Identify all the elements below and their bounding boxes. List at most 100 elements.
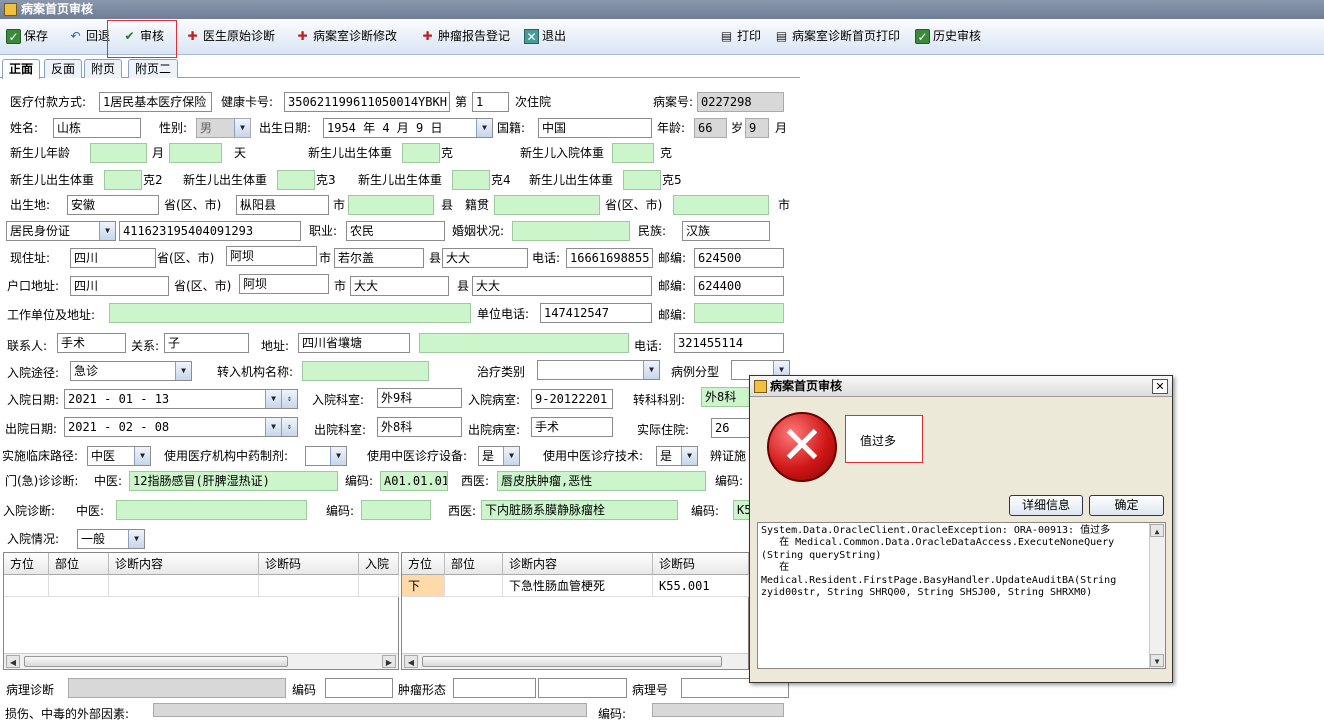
newborn-weight2-field[interactable] [104, 170, 142, 190]
scroll-up-icon[interactable]: ▲ [1150, 524, 1164, 537]
newborn-admit-weight-field[interactable] [612, 143, 654, 163]
right-cell-code[interactable]: K55.001 [653, 575, 749, 597]
tumor-report-button[interactable]: ✚ 肿瘤报告登记 [418, 25, 510, 47]
discharge-dept-field[interactable]: 外8科 [377, 417, 462, 437]
name-field[interactable]: 山栋 [53, 118, 141, 138]
age-field[interactable]: 66 [694, 118, 727, 138]
detail-scrollbar[interactable]: ▲ ▼ [1149, 523, 1165, 668]
details-button[interactable]: 详细信息 [1009, 495, 1083, 516]
id-number-field[interactable]: 411623195404091293 [119, 221, 301, 241]
er-wm-field[interactable]: 唇皮肤肿瘤,恶性 [497, 471, 706, 491]
er-code-field[interactable]: A01.01.01 [380, 471, 448, 491]
id-type-select[interactable]: 居民身份证 ▼ [6, 221, 116, 241]
clinical-path-select[interactable]: 中医 ▼ [87, 446, 151, 466]
tumor-morph-field[interactable] [453, 678, 536, 698]
relation-field[interactable]: 子 [164, 333, 249, 353]
room-print-button[interactable]: ▤ 病案室诊断首页打印 [772, 25, 900, 47]
right-cell-content[interactable]: 下急性肠血管梗死 [503, 575, 653, 597]
scroll-left-icon[interactable]: ◀ [6, 655, 20, 668]
transfer-field[interactable] [302, 361, 429, 381]
right-col-content[interactable]: 诊断内容 [503, 553, 653, 575]
admit-code-field[interactable] [361, 500, 431, 520]
nth-admission-field[interactable]: 1 [472, 92, 509, 112]
discharge-date-picker[interactable]: 2021 - 02 - 08 ▼ ⇕ [64, 417, 298, 437]
external-code-field[interactable] [652, 703, 784, 717]
left-col-code[interactable]: 诊断码 [259, 553, 359, 575]
address-county-field[interactable]: 若尔盖 [334, 248, 424, 268]
hukou-province-field[interactable]: 四川 [70, 276, 169, 296]
admit-dept-field[interactable]: 外9科 [377, 388, 462, 408]
left-cell[interactable] [109, 575, 259, 597]
birthplace-county-field[interactable]: 枞阳县 [236, 195, 329, 215]
zip-field[interactable]: 624500 [694, 248, 784, 268]
address-province-field[interactable]: 四川 [70, 248, 156, 268]
pathology-field[interactable] [68, 678, 286, 698]
address-city-field[interactable]: 阿坝 [226, 246, 317, 266]
right-cell-position[interactable]: 下 [402, 575, 445, 597]
birthplace-city-field[interactable] [348, 195, 434, 215]
save-button[interactable]: ✓ 保存 [4, 25, 48, 47]
newborn-weight4-field[interactable] [452, 170, 490, 190]
hukou-detail-field[interactable]: 大大 [472, 276, 652, 296]
back-button[interactable]: ↶ 回退 [66, 25, 110, 47]
herb-select[interactable]: ▼ [305, 446, 347, 466]
er-tcm-field[interactable]: 12指肠感冒(肝脾湿热证) [129, 471, 338, 491]
tumor-morph-code-field[interactable] [538, 678, 627, 698]
left-col-content[interactable]: 诊断内容 [109, 553, 259, 575]
exit-button[interactable]: ✕ 退出 [522, 25, 566, 47]
work-address-field[interactable] [109, 303, 471, 323]
pay-method-field[interactable]: 1居民基本医疗保险 [99, 92, 212, 112]
marriage-field[interactable] [512, 221, 630, 241]
birthplace-province-field[interactable]: 安徽 [67, 195, 159, 215]
technique-select[interactable]: 是 ▼ [656, 446, 698, 466]
ok-button[interactable]: 确定 [1089, 495, 1164, 516]
native-city-field[interactable] [673, 195, 769, 215]
discharge-room-field[interactable]: 手术 [531, 417, 613, 437]
admit-date-picker[interactable]: 2021 - 01 - 13 ▼ ⇕ [64, 389, 298, 409]
history-audit-button[interactable]: ✓ 历史审核 [913, 25, 981, 47]
right-cell-part[interactable] [445, 575, 503, 597]
treat-type-select[interactable]: ▼ [537, 360, 660, 380]
birth-date-picker[interactable]: 1954 年 4 月 9 日 ▼ [323, 118, 493, 138]
work-phone-field[interactable]: 147412547 [540, 303, 652, 323]
pathology-code-field[interactable] [325, 678, 393, 698]
left-cell[interactable] [49, 575, 109, 597]
print-button[interactable]: ▤ 打印 [717, 25, 761, 47]
left-col-part[interactable]: 部位 [49, 553, 109, 575]
address-detail-field[interactable]: 大大 [442, 248, 528, 268]
tab-appendix-2[interactable]: 附页二 [128, 59, 179, 78]
scroll-thumb[interactable] [24, 656, 288, 667]
work-zip-field[interactable] [694, 303, 784, 323]
scroll-left-icon[interactable]: ◀ [404, 655, 418, 668]
left-cell[interactable] [4, 575, 49, 597]
right-col-part[interactable]: 部位 [445, 553, 503, 575]
contact-address-field[interactable]: 四川省壤塘 [298, 333, 410, 353]
left-cell[interactable] [359, 575, 399, 597]
native-province-field[interactable] [494, 195, 600, 215]
hukou-city-field[interactable]: 阿坝 [239, 274, 329, 294]
hukou-county-field[interactable]: 大大 [350, 276, 449, 296]
transfer-dept-field[interactable]: 外8科 [701, 387, 751, 407]
right-col-position[interactable]: 方位 [402, 553, 445, 575]
scroll-right-icon[interactable]: ▶ [382, 655, 396, 668]
admit-wm-field[interactable]: 下内脏肠系膜静脉瘤栓 [481, 500, 678, 520]
country-field[interactable]: 中国 [538, 118, 652, 138]
scroll-down-icon[interactable]: ▼ [1150, 654, 1164, 667]
contact-address-detail-field[interactable] [419, 333, 629, 353]
equipment-select[interactable]: 是 ▼ [478, 446, 520, 466]
stay-days-field[interactable]: 26 [711, 418, 751, 438]
left-col-position[interactable]: 方位 [4, 553, 49, 575]
phone-field[interactable]: 16661698855 [566, 248, 653, 268]
job-field[interactable]: 农民 [346, 221, 445, 241]
right-col-code[interactable]: 诊断码 [653, 553, 749, 575]
scroll-thumb[interactable] [422, 656, 722, 667]
nation-field[interactable]: 汉族 [682, 221, 770, 241]
contact-field[interactable]: 手术 [57, 333, 126, 353]
hukou-zip-field[interactable]: 624400 [694, 276, 784, 296]
close-icon[interactable]: ✕ [1152, 379, 1168, 394]
sex-select[interactable]: 男 ▼ [196, 118, 251, 138]
left-grid-scrollbar[interactable]: ◀ ▶ [4, 653, 398, 669]
doctor-diagnosis-button[interactable]: ✚ 医生原始诊断 [183, 25, 275, 47]
newborn-age-day-field[interactable] [169, 143, 222, 163]
admit-condition-select[interactable]: 一般 ▼ [77, 529, 145, 549]
